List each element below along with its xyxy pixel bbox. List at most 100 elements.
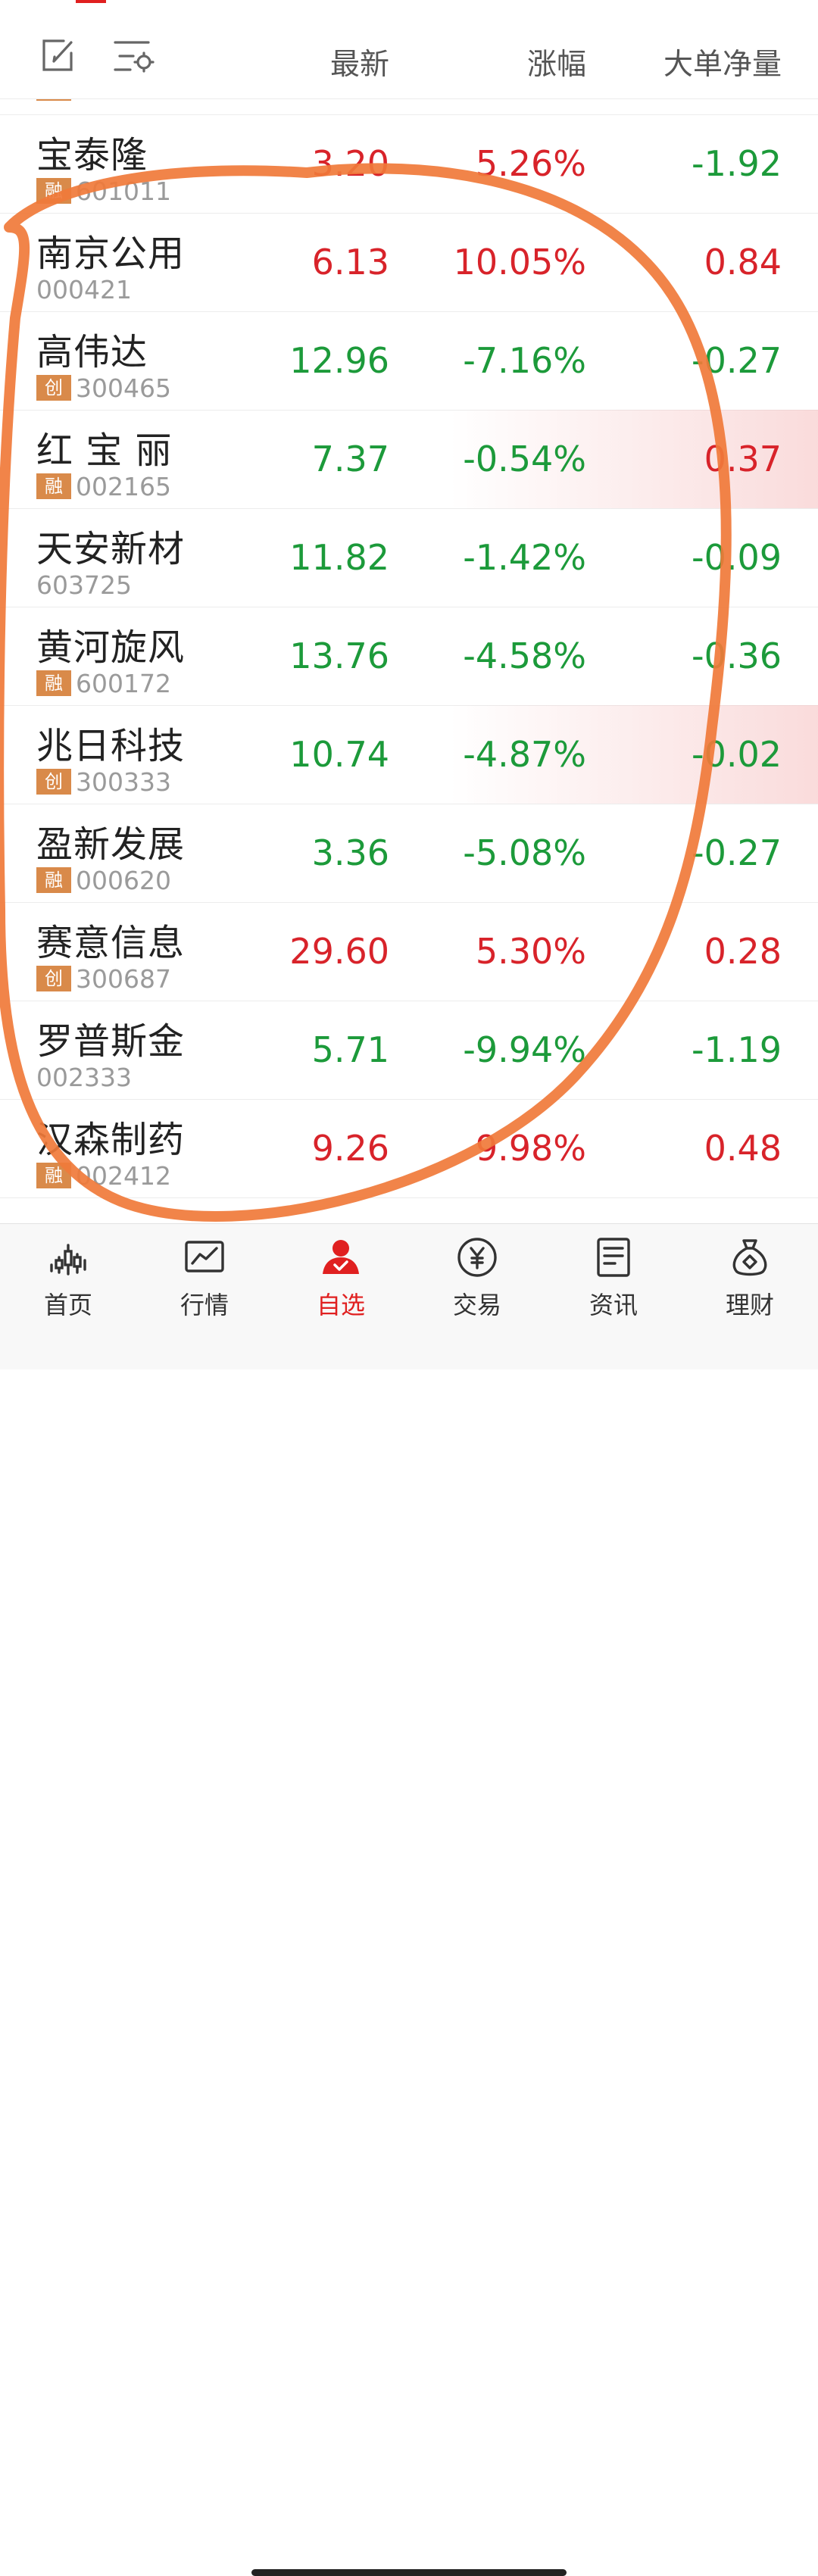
latest-price: 9.26 xyxy=(311,1128,389,1169)
tab-label: 理财 xyxy=(725,1291,774,1319)
column-header-flow[interactable]: 大单净量 xyxy=(663,41,782,83)
list-settings-icon[interactable] xyxy=(112,36,155,76)
stock-code: 融 002165 xyxy=(36,473,171,501)
board-tag: 融 xyxy=(36,670,71,696)
change-percent: -5.08% xyxy=(463,832,586,873)
stock-row[interactable]: 罗普斯金 002333 5.71 -9.94% -1.19 xyxy=(0,1001,818,1100)
latest-price: 13.76 xyxy=(289,635,389,676)
change-percent: -4.58% xyxy=(463,635,586,676)
board-tag: 创 xyxy=(36,769,71,795)
stock-name: 南京公用 xyxy=(36,233,186,275)
margin-tag: 融 xyxy=(36,99,71,101)
big-order-net-volume: 0.37 xyxy=(704,439,782,479)
latest-price: 5.71 xyxy=(311,1029,389,1070)
big-order-net-volume: -0.09 xyxy=(691,537,782,578)
change-percent: 10.05% xyxy=(453,242,586,283)
stock-code-value: 000620 xyxy=(76,866,171,895)
tab-label: 首页 xyxy=(43,1291,92,1319)
change-percent: 9.98% xyxy=(475,1128,586,1169)
stock-name: 宝泰隆 xyxy=(36,134,148,176)
big-order-net-volume: -1.92 xyxy=(691,143,782,184)
tab-market-chart[interactable]: 行情 xyxy=(151,1235,258,1325)
home-indicator[interactable] xyxy=(251,2569,567,2576)
partial-stock-row[interactable]: 融 600127 xyxy=(0,99,818,115)
column-header-latest[interactable]: 最新 xyxy=(330,41,389,83)
big-order-net-volume: -0.36 xyxy=(691,635,782,676)
board-tag: 融 xyxy=(36,1163,71,1188)
stock-code: 000421 xyxy=(36,276,132,304)
stock-name: 天安新材 xyxy=(36,528,186,570)
stock-code: 603725 xyxy=(36,572,132,599)
big-order-net-volume: -0.02 xyxy=(691,734,782,775)
stock-row[interactable]: 宝泰隆融 601011 3.20 5.26% -1.92 xyxy=(0,114,818,214)
stock-code: 融 000620 xyxy=(36,867,171,895)
big-order-net-volume: 0.48 xyxy=(704,1128,782,1169)
change-percent: -1.42% xyxy=(463,537,586,578)
board-tag: 融 xyxy=(36,867,71,893)
tab-yen-coin[interactable]: 交易 xyxy=(424,1235,530,1325)
tab-watchlist-user[interactable]: 自选 xyxy=(288,1235,394,1325)
stock-code: 创 300687 xyxy=(36,966,171,993)
stock-code-value: 002333 xyxy=(36,1063,132,1092)
stock-code: 融 600127 xyxy=(36,99,171,102)
stock-name: 盈新发展 xyxy=(36,823,186,866)
change-percent: -7.16% xyxy=(463,340,586,381)
column-header-change[interactable]: 涨幅 xyxy=(527,41,586,83)
stock-row[interactable]: 赛意信息创 300687 29.60 5.30% 0.28 xyxy=(0,902,818,1001)
change-percent: 5.30% xyxy=(475,931,586,972)
change-percent: -0.54% xyxy=(463,439,586,479)
stock-code-value: 600172 xyxy=(76,669,171,698)
stock-row[interactable]: 天安新材 603725 11.82 -1.42% -0.09 xyxy=(0,508,818,607)
tab-money-bag[interactable]: 理财 xyxy=(697,1235,803,1325)
latest-price: 3.20 xyxy=(311,143,389,184)
board-tag: 融 xyxy=(36,473,71,499)
board-tag: 创 xyxy=(36,375,71,401)
latest-price: 11.82 xyxy=(289,537,389,578)
tab-label: 自选 xyxy=(316,1291,365,1319)
stock-code: 创 300333 xyxy=(36,769,171,796)
stock-row[interactable]: 黄河旋风融 600172 13.76 -4.58% -0.36 xyxy=(0,607,818,706)
news-document-icon xyxy=(560,1235,667,1280)
stock-row[interactable]: 红 宝 丽融 002165 7.37 -0.54% 0.37 xyxy=(0,410,818,509)
stock-code-value: 603725 xyxy=(36,570,132,600)
board-tag: 融 xyxy=(36,178,71,204)
stock-code-value: 300465 xyxy=(76,373,171,403)
stock-code: 融 002412 xyxy=(36,1163,171,1190)
watchlist: 融600127 宝泰隆融6010113.205.26%-1.92南京公用0004… xyxy=(0,99,818,1223)
stock-row[interactable]: 汉森制药融 002412 9.26 9.98% 0.48 xyxy=(0,1099,818,1198)
stock-row[interactable]: 兆日科技创 300333 10.74 -4.87% -0.02 xyxy=(0,705,818,804)
stock-code-value: 300687 xyxy=(76,964,171,994)
tab-label: 行情 xyxy=(180,1291,229,1319)
tab-home-chart[interactable]: 首页 xyxy=(15,1235,121,1325)
big-order-net-volume: -0.27 xyxy=(691,832,782,873)
stock-name: 汉森制药 xyxy=(36,1119,186,1161)
tab-label: 交易 xyxy=(452,1291,501,1319)
stock-name: 黄河旋风 xyxy=(36,626,186,669)
bottom-tab-bar: 首页 行情 自选 交易 资讯 理财 xyxy=(0,1223,818,2576)
latest-price: 6.13 xyxy=(311,242,389,283)
change-percent: 5.26% xyxy=(475,143,586,184)
board-tag: 创 xyxy=(36,966,71,991)
yen-coin-icon xyxy=(424,1235,530,1280)
tab-news-document[interactable]: 资讯 xyxy=(560,1235,667,1325)
stock-row[interactable]: 盈新发展融 000620 3.36 -5.08% -0.27 xyxy=(0,804,818,903)
latest-price: 3.36 xyxy=(311,832,389,873)
stock-name: 高伟达 xyxy=(36,331,148,373)
stock-code-value: 002412 xyxy=(76,1161,171,1191)
stock-code: 融 600172 xyxy=(36,670,171,698)
stock-row[interactable]: 南京公用 000421 6.13 10.05% 0.84 xyxy=(0,213,818,312)
stock-code: 002333 xyxy=(36,1064,132,1091)
latest-price: 10.74 xyxy=(289,734,389,775)
stock-code-value: 601011 xyxy=(76,176,171,206)
stock-code: 创 300465 xyxy=(36,375,171,402)
latest-price: 29.60 xyxy=(289,931,389,972)
edit-icon[interactable] xyxy=(38,36,77,76)
stock-row[interactable]: 高伟达创 300465 12.96 -7.16% -0.27 xyxy=(0,311,818,411)
stock-code-value: 000421 xyxy=(36,275,132,304)
tab-label: 资讯 xyxy=(589,1291,638,1319)
stock-name: 赛意信息 xyxy=(36,922,186,964)
stock-code-value: 300333 xyxy=(76,767,171,797)
market-chart-icon xyxy=(151,1235,258,1280)
home-chart-icon xyxy=(15,1235,121,1280)
big-order-net-volume: -1.19 xyxy=(691,1029,782,1070)
